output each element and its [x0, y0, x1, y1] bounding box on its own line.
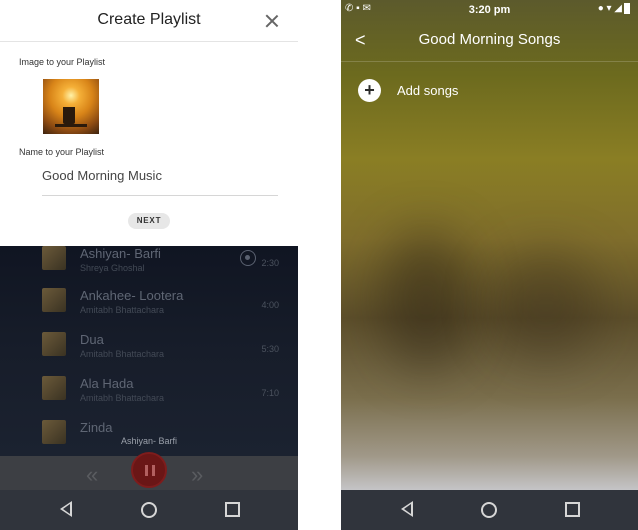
- song-artist: Amitabh Bhattachara: [80, 305, 165, 315]
- list-item[interactable]: Dua Amitabh Bhattachara 5:30: [0, 332, 298, 376]
- rewind-icon[interactable]: «: [86, 462, 98, 488]
- pause-button[interactable]: [131, 452, 167, 488]
- add-songs-label: Add songs: [397, 83, 459, 98]
- back-icon[interactable]: [60, 501, 72, 517]
- cup-silhouette: [63, 107, 75, 124]
- dialog-title: Create Playlist: [97, 11, 201, 28]
- name-label: Name to your Playlist: [19, 147, 105, 157]
- list-item[interactable]: Ala Hada Amitabh Bhattachara 7:10: [0, 376, 298, 420]
- song-duration: 7:10: [261, 388, 279, 398]
- input-underline: [42, 195, 278, 196]
- battery-icon: [624, 3, 630, 14]
- create-playlist-dialog: Create Playlist Image to your Playlist N…: [0, 0, 298, 246]
- song-thumbnail: [42, 246, 66, 270]
- status-bar: ✆ ▪ ✉ 3:20 pm ● ▾ ◢: [341, 0, 638, 20]
- song-title: Dua: [80, 332, 104, 347]
- song-thumbnail: [42, 332, 66, 356]
- plus-icon: +: [358, 79, 381, 102]
- song-title: Zinda: [80, 420, 113, 435]
- left-screen: Ashiyan- Barfi Shreya Ghoshal 2:30 Ankah…: [0, 0, 298, 530]
- song-thumbnail: [42, 288, 66, 312]
- recents-icon[interactable]: [225, 502, 240, 517]
- playlist-name-input[interactable]: Good Morning Music: [42, 168, 162, 183]
- forward-icon[interactable]: »: [191, 462, 203, 488]
- back-icon[interactable]: [401, 501, 413, 517]
- playlist-image[interactable]: [43, 79, 99, 134]
- playlist-title: Good Morning Songs: [418, 31, 561, 48]
- song-thumbnail: [42, 376, 66, 400]
- song-title: Ala Hada: [80, 376, 134, 391]
- recents-icon[interactable]: [565, 502, 580, 517]
- song-artist: Amitabh Bhattachara: [80, 393, 165, 403]
- song-artist: Shreya Ghoshal: [80, 263, 145, 273]
- close-icon[interactable]: [263, 12, 281, 30]
- now-playing-title: Ashiyan- Barfi: [120, 436, 178, 446]
- right-screen: ✆ ▪ ✉ 3:20 pm ● ▾ ◢ < Good Morning Songs…: [341, 0, 638, 530]
- song-list: Ashiyan- Barfi Shreya Ghoshal 2:30 Ankah…: [0, 246, 298, 456]
- song-artist: Amitabh Bhattachara: [80, 349, 165, 359]
- saucer-silhouette: [55, 124, 87, 127]
- song-title: Ankahee- Lootera: [80, 288, 184, 303]
- dialog-header: Create Playlist: [0, 0, 298, 42]
- list-item[interactable]: Ashiyan- Barfi Shreya Ghoshal 2:30: [0, 246, 298, 290]
- image-label: Image to your Playlist: [19, 57, 106, 67]
- status-time: 3:20 pm: [468, 4, 511, 16]
- navigation-bar: [341, 490, 638, 530]
- song-title: Ashiyan- Barfi: [80, 246, 161, 261]
- background-blur: [381, 230, 471, 370]
- system-icons: ● ▾ ◢: [598, 3, 630, 14]
- home-icon[interactable]: [481, 502, 497, 518]
- disc-icon: [240, 250, 256, 266]
- song-duration: 2:30: [261, 258, 279, 268]
- background-blur: [491, 250, 601, 360]
- playlist-header: < Good Morning Songs: [341, 20, 638, 62]
- song-duration: 4:00: [261, 300, 279, 310]
- next-button[interactable]: NEXT: [128, 213, 170, 229]
- list-item[interactable]: Ankahee- Lootera Amitabh Bhattachara 4:0…: [0, 288, 298, 332]
- home-icon[interactable]: [141, 502, 157, 518]
- song-duration: 5:30: [261, 344, 279, 354]
- navigation-bar: [0, 490, 298, 530]
